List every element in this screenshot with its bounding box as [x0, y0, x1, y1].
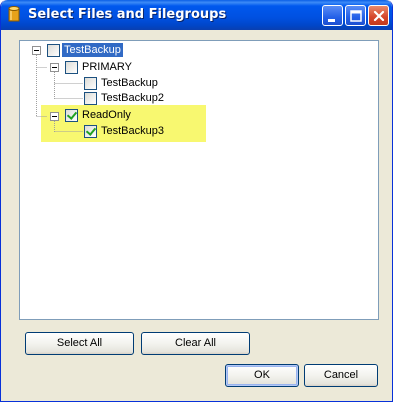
minimize-icon [328, 19, 335, 22]
title-bar[interactable]: Select Files and Filegroups [1, 0, 392, 30]
readonly-checkbox[interactable] [65, 109, 78, 122]
tree-node-root[interactable]: TestBackup [61, 42, 124, 58]
primary-checkbox[interactable] [65, 61, 78, 74]
select-files-dialog: Select Files and Filegroups TestBackup P… [0, 0, 393, 402]
file-checkbox-testbackup2[interactable] [84, 92, 97, 105]
tree-node-testbackup2[interactable]: TestBackup2 [99, 91, 166, 105]
root-collapse-toggle[interactable] [32, 46, 41, 55]
tree-node-primary[interactable]: PRIMARY [80, 60, 134, 74]
filegroup-tree[interactable]: TestBackup PRIMARY TestBackup TestBackup… [19, 40, 379, 320]
tree-node-readonly[interactable]: ReadOnly [80, 108, 133, 122]
maximize-button[interactable] [345, 5, 366, 26]
maximize-icon [350, 10, 362, 22]
tree-connector-lines [36, 55, 83, 132]
tree-node-testbackup3[interactable]: TestBackup3 [99, 124, 166, 138]
close-button[interactable] [368, 5, 389, 26]
clear-all-button[interactable]: Clear All [141, 332, 250, 355]
select-all-button[interactable]: Select All [25, 332, 134, 355]
database-icon [8, 6, 20, 22]
file-checkbox-testbackup[interactable] [84, 77, 97, 90]
ok-button[interactable]: OK [225, 364, 299, 387]
tree-node-testbackup[interactable]: TestBackup [99, 76, 160, 90]
close-icon [373, 10, 385, 22]
root-checkbox[interactable] [47, 44, 60, 57]
minimize-button[interactable] [322, 5, 343, 26]
file-checkbox-testbackup3[interactable] [84, 125, 97, 138]
cancel-button[interactable]: Cancel [304, 364, 378, 387]
window-title: Select Files and Filegroups [28, 7, 227, 22]
readonly-collapse-toggle[interactable] [50, 112, 59, 121]
primary-collapse-toggle[interactable] [50, 63, 59, 72]
